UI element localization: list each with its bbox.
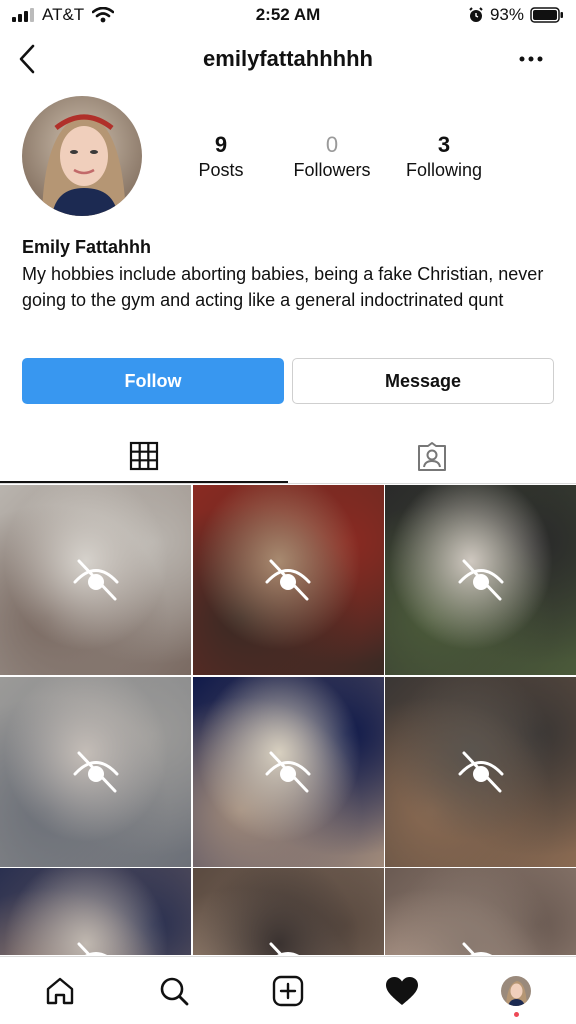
grid-post-tile[interactable]: [385, 676, 576, 867]
status-right: 93%: [468, 5, 564, 25]
tab-tagged[interactable]: [288, 430, 576, 483]
nav-profile[interactable]: [496, 971, 536, 1017]
activity-heart-icon: [386, 977, 418, 1005]
tab-grid[interactable]: [0, 430, 288, 483]
posts-label: Posts: [198, 160, 244, 180]
grid-icon: [129, 441, 159, 470]
grid-post-tile[interactable]: [0, 868, 191, 955]
nav-new-post[interactable]: [268, 971, 308, 1011]
status-bar: AT&T 2:52 AM 93%: [0, 0, 576, 30]
eye-slash-icon: [265, 751, 311, 792]
profile-header: emilyfattahhhhh: [0, 36, 576, 82]
nav-search[interactable]: [154, 971, 194, 1011]
followers-count: 0: [325, 132, 339, 157]
grid-post-tile[interactable]: [192, 868, 384, 955]
profile-bio: My hobbies include aborting babies, bein…: [22, 264, 544, 310]
nav-activity[interactable]: [382, 971, 422, 1011]
page-title: emilyfattahhhhh: [203, 46, 373, 71]
eye-slash-icon: [73, 559, 118, 601]
grid-post-tile[interactable]: [0, 485, 191, 675]
following-label: Following: [405, 160, 483, 180]
more-dots-icon: [519, 56, 543, 62]
posts-stat[interactable]: 9 Posts: [166, 132, 276, 182]
followers-stat[interactable]: 0 Followers: [277, 132, 387, 182]
profile-avatar[interactable]: [22, 96, 142, 216]
profile-photo: [22, 96, 142, 216]
following-stat[interactable]: 3 Following: [389, 132, 499, 182]
eye-slash-icon: [265, 559, 311, 601]
followers-label: Followers: [293, 160, 371, 180]
message-button[interactable]: Message: [292, 358, 554, 404]
eye-slash-icon: [462, 942, 492, 955]
grid-post-tile[interactable]: [385, 485, 576, 675]
bottom-nav: [0, 956, 576, 1024]
eye-slash-icon: [269, 942, 300, 955]
notification-dot: [514, 1012, 519, 1017]
more-options-button[interactable]: [516, 44, 546, 74]
grid-post-tile[interactable]: [385, 868, 576, 955]
new-post-icon: [272, 975, 304, 1007]
grid-post-tile[interactable]: [0, 676, 191, 867]
profile-tabs: [0, 430, 576, 484]
battery-icon: [530, 7, 563, 23]
battery-percent: 93%: [489, 5, 524, 24]
eye-slash-icon: [77, 942, 107, 955]
photo-grid: [0, 485, 576, 955]
following-count: 3: [437, 132, 451, 157]
eye-slash-icon: [73, 751, 118, 792]
grid-post-tile[interactable]: [192, 676, 384, 867]
alarm-icon: [469, 7, 483, 22]
profile-full-name: Emily Fattahhh: [22, 237, 152, 257]
tagged-icon: [418, 441, 446, 471]
profile-stats: 9 Posts 0 Followers 3 Following: [180, 132, 570, 192]
search-icon: [160, 977, 189, 1006]
nav-home[interactable]: [40, 971, 80, 1011]
grid-post-tile[interactable]: [192, 485, 384, 675]
follow-button[interactable]: Follow: [22, 358, 284, 404]
profile-photo-small: [501, 976, 531, 1006]
eye-slash-icon: [458, 559, 503, 601]
posts-count: 9: [214, 132, 228, 157]
profile-avatar-small: [501, 976, 531, 1006]
home-icon: [46, 977, 74, 1005]
eye-slash-icon: [458, 751, 503, 792]
